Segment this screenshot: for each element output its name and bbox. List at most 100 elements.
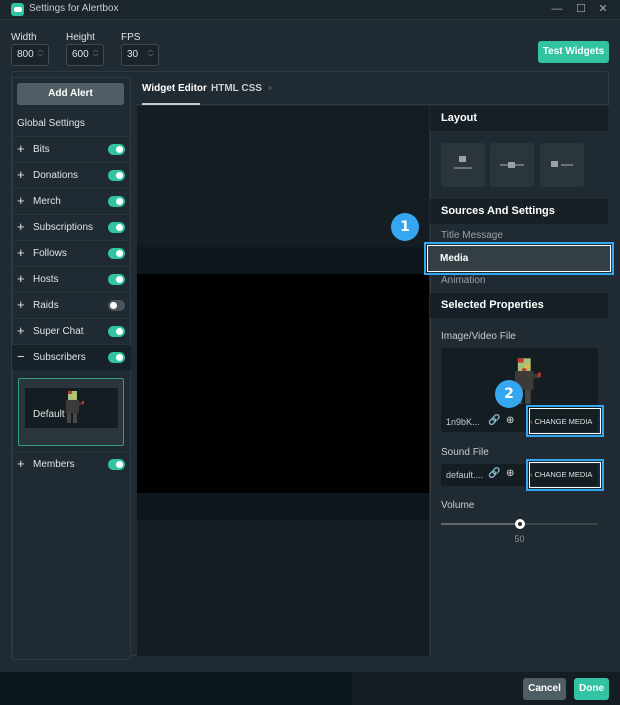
- source-animation[interactable]: Animation: [441, 275, 485, 286]
- fps-input[interactable]: 30 ︿ ﹀: [121, 44, 159, 66]
- width-value: 800: [17, 49, 34, 60]
- collapse-icon[interactable]: −: [17, 350, 25, 364]
- sidebar-item-label: Subscribers: [33, 352, 86, 363]
- sidebar-item-label: Raids: [33, 300, 59, 311]
- expand-icon[interactable]: +: [17, 324, 25, 338]
- preview-bottom-margin: [137, 493, 429, 520]
- height-value: 600: [72, 49, 89, 60]
- height-stepper-icon[interactable]: ︿ ﹀: [92, 48, 99, 62]
- layout-image-left-button[interactable]: [540, 143, 584, 187]
- toggle-raids[interactable]: [108, 300, 125, 311]
- sidebar-item-subscribers[interactable]: − Subscribers: [12, 344, 131, 370]
- toggle-bits[interactable]: [108, 144, 125, 155]
- change-image-button[interactable]: ‹ CHANGE MEDIA: [530, 417, 592, 426]
- sidebar-item-label: Super Chat: [33, 326, 84, 337]
- expand-icon[interactable]: +: [17, 220, 25, 234]
- width-input[interactable]: 800 ︿ ﹀: [11, 44, 49, 66]
- layout-header: Layout: [430, 106, 608, 131]
- height-input[interactable]: 600 ︿ ﹀: [66, 44, 104, 66]
- toggle-merch[interactable]: [108, 196, 125, 207]
- sidebar-item-label: Subscriptions: [33, 222, 94, 233]
- selected-properties-header: Selected Properties: [430, 293, 608, 318]
- toggle-subscriptions[interactable]: [108, 222, 125, 233]
- image-icon: [459, 156, 466, 162]
- toggle-follows[interactable]: [108, 248, 125, 259]
- sidebar-item-members[interactable]: + Members: [12, 451, 131, 477]
- toggle-subscribers[interactable]: [108, 352, 125, 363]
- sidebar-item-hosts[interactable]: + Hosts: [12, 266, 131, 292]
- text-line-icon: [561, 164, 573, 166]
- volume-value: 50: [514, 534, 525, 544]
- height-label: Height: [66, 32, 95, 43]
- image-icon: [551, 161, 558, 167]
- test-widgets-button[interactable]: Test Widgets: [538, 41, 609, 63]
- tab-html-css[interactable]: HTML CSS: [211, 83, 262, 94]
- width-stepper-icon[interactable]: ︿ ﹀: [37, 48, 44, 62]
- layout-image-inline-button[interactable]: [490, 143, 534, 187]
- variant-label: Default: [33, 409, 65, 420]
- link-icon[interactable]: 🔗: [488, 415, 500, 426]
- change-media-label: CHANGE MEDIA: [534, 417, 593, 426]
- maximize-icon[interactable]: ☐: [574, 2, 588, 16]
- footer-left: [0, 672, 352, 705]
- cancel-button[interactable]: Cancel: [523, 678, 566, 700]
- volume-slider-thumb[interactable]: [514, 519, 525, 529]
- source-media[interactable]: Media: [428, 246, 612, 272]
- expand-icon[interactable]: +: [17, 168, 25, 182]
- minimize-icon[interactable]: —: [550, 2, 564, 16]
- expand-icon[interactable]: +: [17, 246, 25, 260]
- tab-status-dot-icon: [268, 86, 272, 90]
- sidebar-item-follows[interactable]: + Follows: [12, 240, 131, 266]
- sidebar-item-raids[interactable]: + Raids: [12, 292, 131, 318]
- annotation-badge-2: 2: [495, 380, 523, 408]
- width-label: Width: [11, 32, 37, 43]
- sidebar-item-super-chat[interactable]: + Super Chat: [12, 318, 131, 344]
- toggle-donations[interactable]: [108, 170, 125, 181]
- change-sound-button[interactable]: ‹ CHANGE MEDIA: [530, 470, 592, 479]
- fps-value: 30: [127, 49, 139, 60]
- expand-icon[interactable]: +: [17, 194, 25, 208]
- preview-top-margin: [137, 247, 429, 274]
- tab-widget-editor[interactable]: Widget Editor: [142, 83, 207, 94]
- window-title: Settings for Alertbox: [29, 3, 119, 14]
- toggle-hosts[interactable]: [108, 274, 125, 285]
- add-alert-button[interactable]: Add Alert: [17, 83, 124, 105]
- zoom-in-icon[interactable]: ⊕: [506, 415, 514, 426]
- source-media-label: Media: [440, 253, 469, 264]
- sidebar-item-label: Hosts: [33, 274, 59, 285]
- sidebar-item-label: Merch: [33, 196, 61, 207]
- title-bar: Settings for Alertbox — ☐ ✕: [0, 0, 620, 20]
- remove-icon: ‹: [530, 470, 533, 479]
- expand-icon[interactable]: +: [17, 457, 25, 471]
- expand-icon[interactable]: +: [17, 272, 25, 286]
- fps-stepper-icon[interactable]: ︿ ﹀: [147, 48, 154, 62]
- sidebar-item-bits[interactable]: + Bits: [12, 136, 131, 162]
- text-line-icon: [454, 167, 472, 169]
- source-title-message[interactable]: Title Message: [441, 230, 503, 241]
- expand-icon[interactable]: +: [17, 298, 25, 312]
- toggle-members[interactable]: [108, 459, 125, 470]
- sources-header: Sources And Settings: [430, 199, 608, 224]
- sidebar-item-label: Donations: [33, 170, 79, 181]
- volume-label: Volume: [441, 500, 475, 511]
- annotation-badge-1: 1: [391, 213, 419, 241]
- sound-file-row: default.... 🔗 ⊕ ‹ CHANGE MEDIA: [441, 464, 598, 486]
- close-icon[interactable]: ✕: [596, 2, 610, 16]
- sidebar-item-donations[interactable]: + Donations: [12, 162, 131, 188]
- global-settings-link[interactable]: Global Settings: [17, 118, 85, 129]
- active-tab-indicator: [142, 103, 200, 105]
- image-file-label: Image/Video File: [441, 331, 516, 342]
- link-icon[interactable]: 🔗: [488, 468, 500, 479]
- image-filename: 1n9bK...: [446, 417, 480, 427]
- variant-card-default[interactable]: Default: [18, 378, 124, 446]
- sidebar-item-merch[interactable]: + Merch: [12, 188, 131, 214]
- done-button[interactable]: Done: [574, 678, 609, 700]
- layout-image-above-button[interactable]: [441, 143, 485, 187]
- image-icon: [508, 162, 515, 168]
- sidebar-item-label: Members: [33, 459, 75, 470]
- zoom-in-icon[interactable]: ⊕: [506, 468, 514, 479]
- variant-thumbnail: Default: [25, 388, 118, 428]
- expand-icon[interactable]: +: [17, 142, 25, 156]
- sidebar-item-subscriptions[interactable]: + Subscriptions: [12, 214, 131, 240]
- toggle-super-chat[interactable]: [108, 326, 125, 337]
